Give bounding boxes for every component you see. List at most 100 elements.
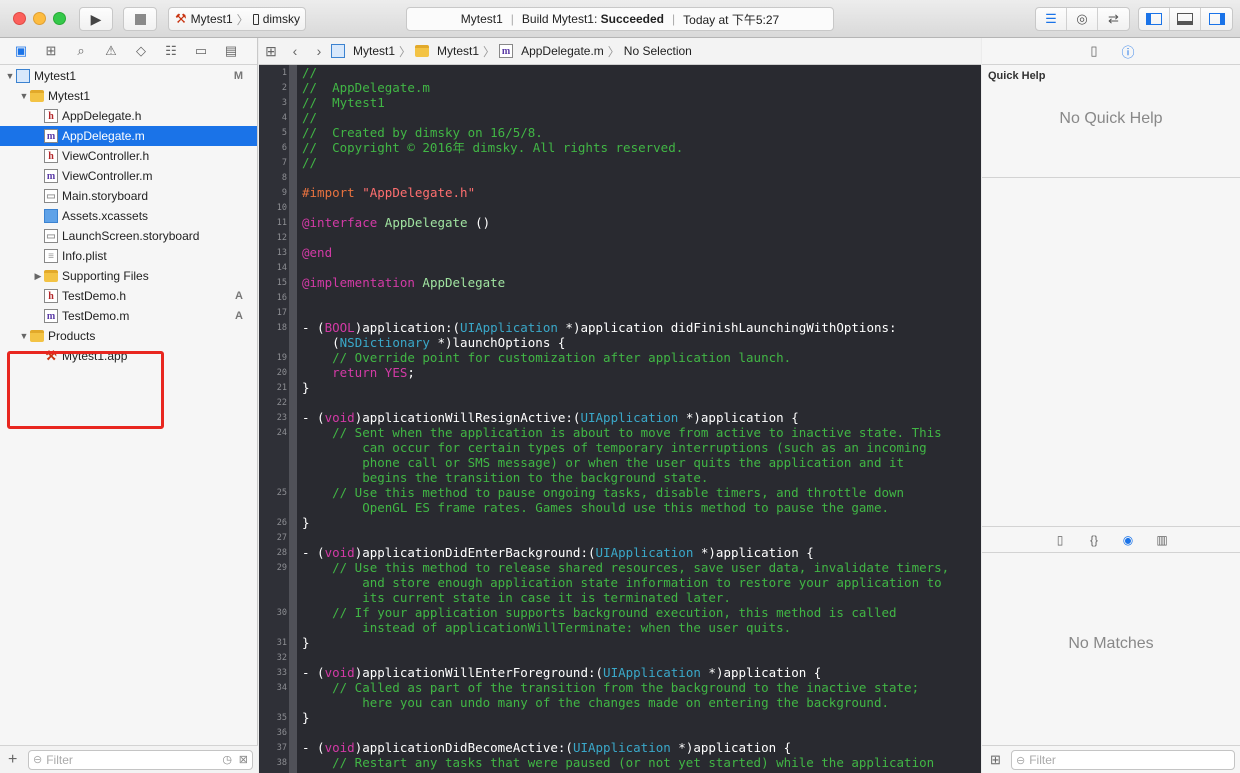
quick-help-icon[interactable]: ⓘ — [1120, 42, 1136, 61]
disclosure-open-icon[interactable]: ▼ — [18, 91, 30, 101]
tree-item-label: Info.plist — [62, 249, 107, 263]
tree-item-file[interactable]: ≡ Info.plist — [0, 246, 257, 266]
code-text: // — [302, 110, 318, 125]
library-empty-message: No Matches — [1068, 635, 1154, 652]
assistant-editor-button[interactable]: ◎ — [1067, 8, 1098, 30]
code-line: 30 // If your application supports backg… — [259, 605, 981, 620]
jumpbar-project[interactable]: Mytest1 — [331, 44, 395, 58]
toggle-debug-area-button[interactable] — [1170, 8, 1201, 30]
implementation-file-icon: m — [44, 169, 58, 183]
scheme-selector[interactable]: ⚒ Mytest1 〉 dimsky — [168, 7, 306, 31]
code-line: 23 - (void)applicationWillResignActive:(U… — [259, 410, 981, 425]
header-file-icon: h — [44, 109, 58, 123]
tree-item-file[interactable]: h AppDelegate.h — [0, 106, 257, 126]
line-number: 28 — [276, 548, 287, 558]
code-text: - (void)applicationDidEnterBackground:(U… — [302, 545, 814, 560]
toggle-utilities-button[interactable] — [1201, 8, 1232, 30]
code-text: @implementation AppDelegate — [302, 275, 506, 290]
line-number: 11 — [276, 218, 287, 228]
code-line: 32 — [259, 650, 981, 665]
line-number: 20 — [276, 368, 287, 378]
tree-item-group[interactable]: ▼ Products — [0, 326, 257, 346]
file-template-icon[interactable]: ▯ — [1052, 533, 1068, 547]
scm-badge: M — [233, 70, 243, 82]
search-icon[interactable]: ⌕ — [72, 42, 90, 60]
scheme-name: Mytest1 — [190, 12, 233, 26]
jumpbar-file[interactable]: m AppDelegate.m — [499, 44, 604, 58]
file-inspector-icon[interactable]: ▯ — [1086, 43, 1102, 59]
library-filter-field[interactable]: ⊖ Filter — [1011, 750, 1235, 770]
code-text: // Restart any tasks that were paused (o… — [302, 755, 935, 770]
code-line: can occur for certain types of temporary… — [259, 440, 981, 455]
tree-item-file[interactable]: h ViewController.h — [0, 146, 257, 166]
code-snippet-icon[interactable]: {} — [1086, 533, 1102, 547]
hierarchy-icon[interactable]: ⊞ — [42, 42, 60, 60]
line-number: 19 — [276, 353, 287, 363]
code-text: - (void)applicationWillEnterForeground:(… — [302, 665, 822, 680]
related-items-icon[interactable]: ⊞ — [259, 43, 283, 60]
header-file-icon: h — [44, 149, 58, 163]
plist-file-icon: ≡ — [44, 249, 58, 263]
tree-item-file[interactable]: ▭ Main.storyboard — [0, 186, 257, 206]
version-editor-button[interactable]: ⇄ — [1098, 8, 1129, 30]
toggle-navigator-button[interactable] — [1139, 8, 1170, 30]
code-area[interactable]: 1 // 2 // AppDelegate.m 3 // Mytest1 4 // 5 // Cr… — [259, 65, 981, 773]
report-icon[interactable]: ▤ — [222, 42, 240, 60]
code-line: 3 // Mytest1 — [259, 95, 981, 110]
library-filter-bar: ⊞ ⊖ Filter — [982, 745, 1240, 773]
code-line: 15 @implementation AppDelegate — [259, 275, 981, 290]
code-line: 19 // Override point for customization a… — [259, 350, 981, 365]
minimize-window-button[interactable] — [33, 12, 46, 25]
tree-item-project[interactable]: ▼ Mytest1 M — [0, 66, 257, 86]
zoom-window-button[interactable] — [53, 12, 66, 25]
close-window-button[interactable] — [13, 12, 26, 25]
version-icon: ⇄ — [1108, 11, 1119, 26]
tree-item-file[interactable]: m TestDemo.m A — [0, 306, 257, 326]
line-number: 6 — [281, 143, 287, 153]
disclosure-open-icon[interactable]: ▼ — [4, 71, 16, 81]
jumpbar-group[interactable]: Mytest1 — [415, 44, 479, 58]
run-button[interactable]: ▶ — [79, 7, 113, 31]
play-icon: ▶ — [90, 10, 102, 27]
recent-files-icon[interactable]: ◷ — [222, 753, 232, 766]
test-icon[interactable]: ◇ — [132, 42, 150, 60]
grid-view-icon[interactable]: ⊞ — [990, 752, 1001, 768]
tree-item-group[interactable]: ▼ Mytest1 — [0, 86, 257, 106]
line-number: 31 — [276, 638, 287, 648]
tree-item-file[interactable]: Assets.xcassets — [0, 206, 257, 226]
code-text: @end — [302, 245, 333, 260]
activity-viewer: Mytest1 | Build Mytest1: Succeeded | Tod… — [406, 7, 834, 31]
back-arrow-icon[interactable]: ‹ — [283, 43, 307, 59]
tree-item-file-selected[interactable]: m AppDelegate.m — [0, 126, 257, 146]
code-line: 2 // AppDelegate.m — [259, 80, 981, 95]
standard-editor-button[interactable]: ☰ — [1036, 8, 1067, 30]
tree-item-file[interactable]: m ViewController.m — [0, 166, 257, 186]
stop-button[interactable] — [123, 7, 157, 31]
folder-icon[interactable]: ▣ — [12, 42, 30, 60]
line-number: 21 — [276, 383, 287, 393]
scm-filter-icon[interactable]: ⊠ — [239, 753, 248, 766]
debug-icon[interactable]: ☷ — [162, 42, 180, 60]
code-line: and store enough application state infor… — [259, 575, 981, 590]
code-text: // Use this method to release shared res… — [302, 560, 950, 575]
line-number: 9 — [281, 188, 287, 198]
stop-icon — [134, 13, 146, 25]
object-library-icon[interactable]: ◉ — [1120, 533, 1136, 547]
disclosure-closed-icon[interactable]: ▶ — [32, 271, 44, 282]
tree-item-label: AppDelegate.h — [62, 109, 142, 123]
code-text: - (void)applicationDidBecomeActive:(UIAp… — [302, 740, 792, 755]
tree-item-group[interactable]: ▶ Supporting Files — [0, 266, 257, 286]
warning-icon[interactable]: ⚠ — [102, 42, 120, 60]
navigator-filter-field[interactable]: ⊖ Filter ◷ ⊠ — [28, 749, 253, 770]
jumpbar-selection[interactable]: No Selection — [624, 44, 692, 58]
breakpoint-icon[interactable]: ▭ — [192, 42, 210, 60]
tree-item-file[interactable]: ▭ LaunchScreen.storyboard — [0, 226, 257, 246]
code-line: 9 #import "AppDelegate.h" — [259, 185, 981, 200]
media-library-icon[interactable]: ▥ — [1154, 533, 1170, 547]
add-icon[interactable]: + — [8, 751, 17, 769]
tree-item-label: ViewController.h — [62, 149, 150, 163]
line-number: 26 — [276, 518, 287, 528]
disclosure-open-icon[interactable]: ▼ — [18, 331, 30, 341]
tree-item-file[interactable]: h TestDemo.h A — [0, 286, 257, 306]
forward-arrow-icon[interactable]: › — [307, 43, 331, 59]
